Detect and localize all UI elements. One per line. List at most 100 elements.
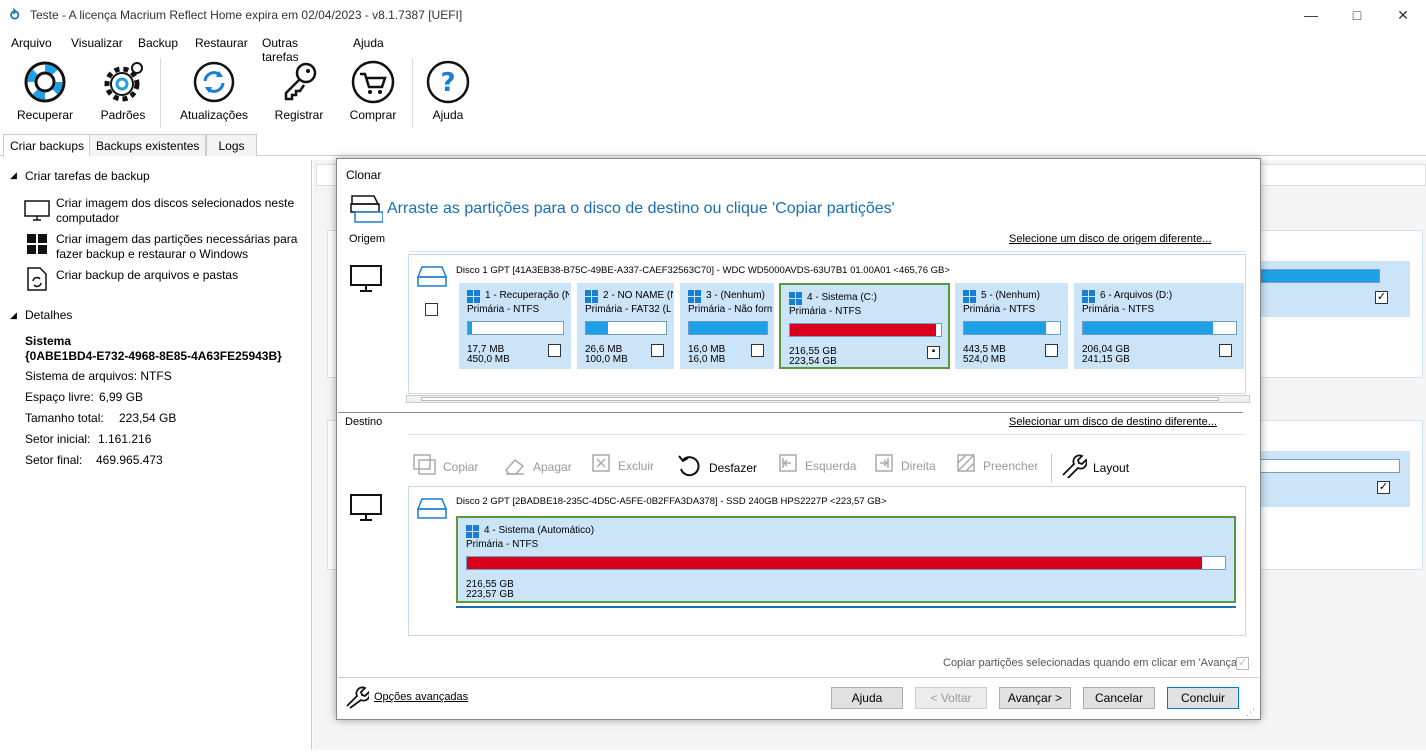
auto-copy-checkbox[interactable]: ✓ [1236,657,1249,670]
title-bar: ⥁ Teste - A licença Macrium Reflect Home… [0,0,1426,30]
task-file-backup-link[interactable]: Criar backup de arquivos e pastas [56,268,238,282]
maximize-button[interactable]: □ [1334,0,1380,30]
source-partition-4-selected[interactable]: 4 - Sistema (C:) Primária - NTFS 216,55 … [779,283,950,369]
menu-ajuda[interactable]: Ajuda [353,36,384,50]
source-partition-6[interactable]: 6 - Arquivos (D:) Primária - NTFS 206,04… [1074,283,1244,369]
collapse-arrow-icon[interactable]: ◢ [10,170,17,181]
details-system-label: Sistema [25,334,72,348]
menu-restaurar[interactable]: Restaurar [195,36,248,50]
scrollbar-thumb[interactable] [421,397,1219,401]
resize-grip-icon[interactable]: ⋰ [1246,707,1255,718]
tab-create-backups[interactable]: Criar backups [3,134,92,157]
updates-button[interactable]: Atualizações [176,56,252,122]
partition-usage-fill [468,322,472,334]
disk-drive-icon [416,266,448,291]
partition-usage-fill [467,557,1203,569]
recover-button[interactable]: Recuperar [14,56,76,122]
details-total-value: 223,54 GB [119,411,177,425]
tab-logs[interactable]: Logs [206,134,257,156]
windows-icon [688,290,701,303]
gear-icon [94,56,152,108]
partition-checkbox[interactable] [1045,344,1058,357]
source-label: Origem [349,233,386,245]
help-dialog-button[interactable]: Ajuda [831,687,903,709]
buy-button[interactable]: Comprar [342,56,404,122]
app-icon: ⥁ [9,7,21,23]
undo-button[interactable]: Desfazer [677,454,757,481]
menu-arquivo[interactable]: Arquivo [11,36,52,50]
delete-button[interactable]: Excluir [592,454,654,477]
task-disk-image-link[interactable]: Criar imagem dos discos selecionados nes… [56,196,296,226]
partition-usage-bar [688,321,768,335]
partition-checkbox[interactable]: ▪ [927,346,940,359]
source-partition-2[interactable]: 2 - NO NAME (N Primária - FAT32 (LB 26,6… [577,283,674,369]
partition-usage-fill [1083,322,1214,334]
partition-usage-bar [466,556,1226,570]
source-partition-1[interactable]: 1 - Recuperação (N Primária - NTFS 17,7 … [459,283,571,369]
windows-icon [26,233,48,258]
source-disk-checkbox[interactable] [425,303,438,316]
partition-size: 450,0 MB [467,354,510,365]
source-partition-3[interactable]: 3 - (Nenhum) Primária - Não form 16,0 MB… [680,283,774,369]
destination-partition-4[interactable]: 4 - Sistema (Automático) Primária - NTFS… [456,516,1236,603]
finish-button[interactable]: Concluir [1167,687,1239,709]
defaults-label: Padrões [100,108,146,122]
destination-disk-link[interactable]: Selecionar um disco de destino diferente… [1009,416,1217,428]
cancel-button[interactable]: Cancelar [1083,687,1155,709]
fill-icon [957,454,977,477]
copy-partitions-button[interactable]: Copiar [413,454,478,479]
background-checkbox[interactable]: ✓ [1377,481,1390,494]
partition-type: Primária - NTFS [963,304,1036,315]
partition-checkbox[interactable] [651,344,664,357]
tab-existing-backups[interactable]: Backups existentes [89,134,207,156]
partition-checkbox[interactable] [1219,344,1232,357]
tasks-header: Criar tarefas de backup [25,169,150,183]
left-button[interactable]: Esquerda [779,454,856,477]
help-icon: ? [422,56,474,108]
close-button[interactable]: ✕ [1380,0,1426,30]
refresh-icon [176,56,252,108]
details-start-value: 1.161.216 [98,432,152,446]
partition-type: Primária - NTFS [1082,304,1155,315]
partition-checkbox[interactable] [548,344,561,357]
partition-name: 1 - Recuperação (N [485,290,569,301]
layout-button[interactable]: Layout [1061,454,1129,481]
details-end-label: Setor final: [25,453,83,467]
fill-button[interactable]: Preencher [957,454,1038,477]
erase-button[interactable]: Apagar [503,454,572,479]
source-partition-5[interactable]: 5 - (Nenhum) Primária - NTFS 443,5 MB 52… [955,283,1068,369]
partition-size: 223,57 GB [466,589,514,600]
background-checkbox[interactable]: ✓ [1375,291,1388,304]
source-horizontal-scrollbar[interactable] [406,395,1250,403]
wrench-icon [1061,454,1088,481]
next-button[interactable]: Avançar > [999,687,1071,709]
divider [409,434,1245,435]
partition-usage-bar [467,321,564,335]
partition-usage-bar [963,321,1061,335]
partition-size: 16,0 MB [688,354,726,365]
monitor-icon [24,200,50,225]
task-windows-image-link[interactable]: Criar imagem das partições necessárias p… [56,232,301,262]
recover-label: Recuperar [16,108,74,122]
toolbar-separator [1051,454,1052,482]
right-button[interactable]: Direita [875,454,936,477]
destination-disk-underline [456,606,1236,608]
partition-checkbox[interactable] [751,344,764,357]
menu-backup[interactable]: Backup [138,36,178,50]
help-button[interactable]: ? Ajuda [422,56,474,122]
minimize-button[interactable]: — [1288,0,1334,30]
advanced-options-link[interactable]: Opções avançadas [374,691,468,703]
menu-visualizar[interactable]: Visualizar [71,36,123,50]
details-free-value: 6,99 GB [99,390,144,404]
defaults-button[interactable]: Padrões [94,56,152,122]
source-disk-panel: Disco 1 GPT [41A3EB38-B75C-49BE-A337-CAE… [406,254,1250,403]
collapse-arrow-icon[interactable]: ◢ [10,310,17,321]
register-button[interactable]: Registrar [268,56,330,122]
toolbar-separator [160,58,161,128]
key-icon [268,56,330,108]
erase-label: Apagar [533,459,572,474]
source-disk-link[interactable]: Selecione um disco de origem diferente..… [1009,233,1211,245]
partition-name: 4 - Sistema (Automático) [484,525,595,536]
back-button[interactable]: < Voltar [915,687,987,709]
eraser-icon [503,454,527,479]
